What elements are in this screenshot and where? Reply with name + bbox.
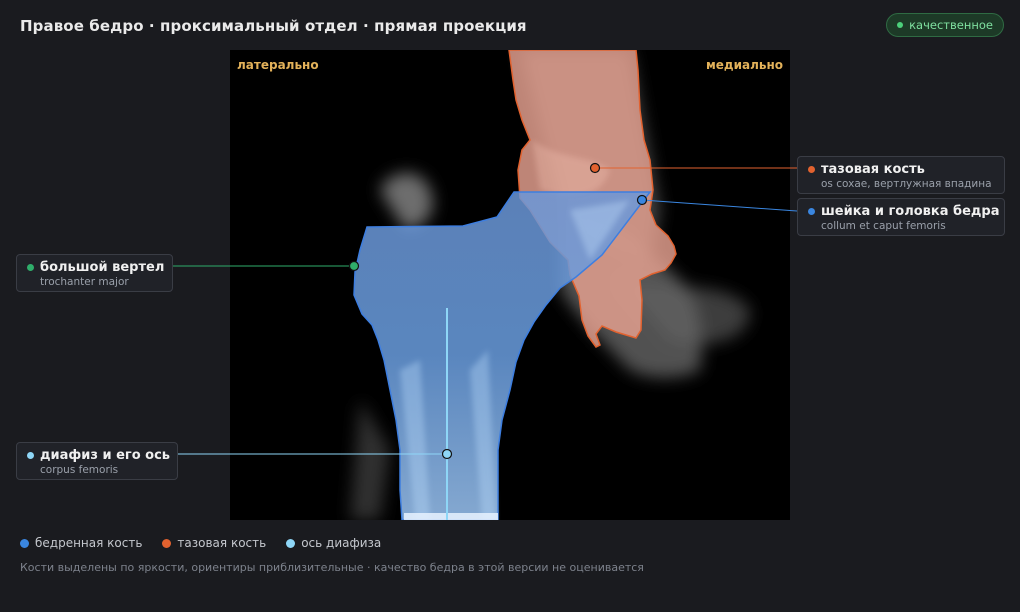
callout-shaft-name: диафиз и его ось bbox=[40, 448, 171, 463]
legend-femur-label: бедренная кость bbox=[35, 536, 143, 550]
header: Правое бедро · проксимальный отдел · пря… bbox=[20, 13, 1004, 37]
callout-pelvis[interactable]: тазовая кость os coxae, вертлужная впади… bbox=[797, 156, 1005, 194]
femur-swatch-icon bbox=[20, 538, 29, 548]
orientation-medial-label: медиально bbox=[705, 58, 783, 72]
callout-pelvis-name: тазовая кость bbox=[821, 162, 925, 177]
neck-dot-icon bbox=[808, 208, 815, 215]
pelvis-swatch-icon bbox=[162, 538, 172, 548]
legend-axis-label: ось диафиза bbox=[301, 536, 382, 550]
legend: бедренная кость тазовая кость ось диафиз… bbox=[20, 536, 381, 550]
femur-region[interactable] bbox=[353, 191, 652, 520]
axis-swatch-icon bbox=[286, 538, 296, 548]
callout-trochanter-name: большой вертел bbox=[40, 260, 165, 275]
status-dot-icon bbox=[897, 22, 904, 28]
pelvis-dot-icon bbox=[808, 166, 815, 173]
callout-shaft-latin: corpus femoris bbox=[40, 464, 119, 476]
orientation-lateral-label: латерально bbox=[237, 58, 319, 72]
callout-shaft[interactable]: диафиз и его ось corpus femoris bbox=[16, 442, 178, 480]
page-title: Правое бедро · проксимальный отдел · пря… bbox=[20, 17, 527, 35]
footnote: Кости выделены по яркости, ориентиры при… bbox=[20, 561, 644, 574]
legend-item-femur[interactable]: бедренная кость bbox=[20, 536, 142, 550]
shaft-dot-icon bbox=[27, 452, 34, 459]
trochanter-dot-icon bbox=[27, 264, 34, 271]
femur-outline bbox=[353, 191, 652, 520]
xray-image bbox=[350, 50, 750, 520]
callout-pelvis-latin: os coxae, вертлужная впадина bbox=[821, 178, 992, 190]
legend-pelvis-label: тазовая кость bbox=[177, 536, 267, 550]
callout-neck[interactable]: шейка и головка бедра collum et caput fe… bbox=[797, 198, 1005, 236]
callout-trochanter-latin: trochanter major bbox=[40, 276, 129, 288]
xray-viewer[interactable]: латерально медиально bbox=[230, 50, 790, 520]
callout-neck-latin: collum et caput femoris bbox=[821, 220, 946, 232]
callout-trochanter[interactable]: большой вертел trochanter major bbox=[16, 254, 173, 292]
quality-badge: качественное bbox=[886, 13, 1004, 37]
callout-neck-name: шейка и головка бедра bbox=[821, 204, 1000, 219]
quality-badge-label: качественное bbox=[909, 18, 993, 32]
legend-item-axis[interactable]: ось диафиза bbox=[286, 536, 381, 550]
legend-item-pelvis[interactable]: тазовая кость bbox=[162, 536, 266, 550]
